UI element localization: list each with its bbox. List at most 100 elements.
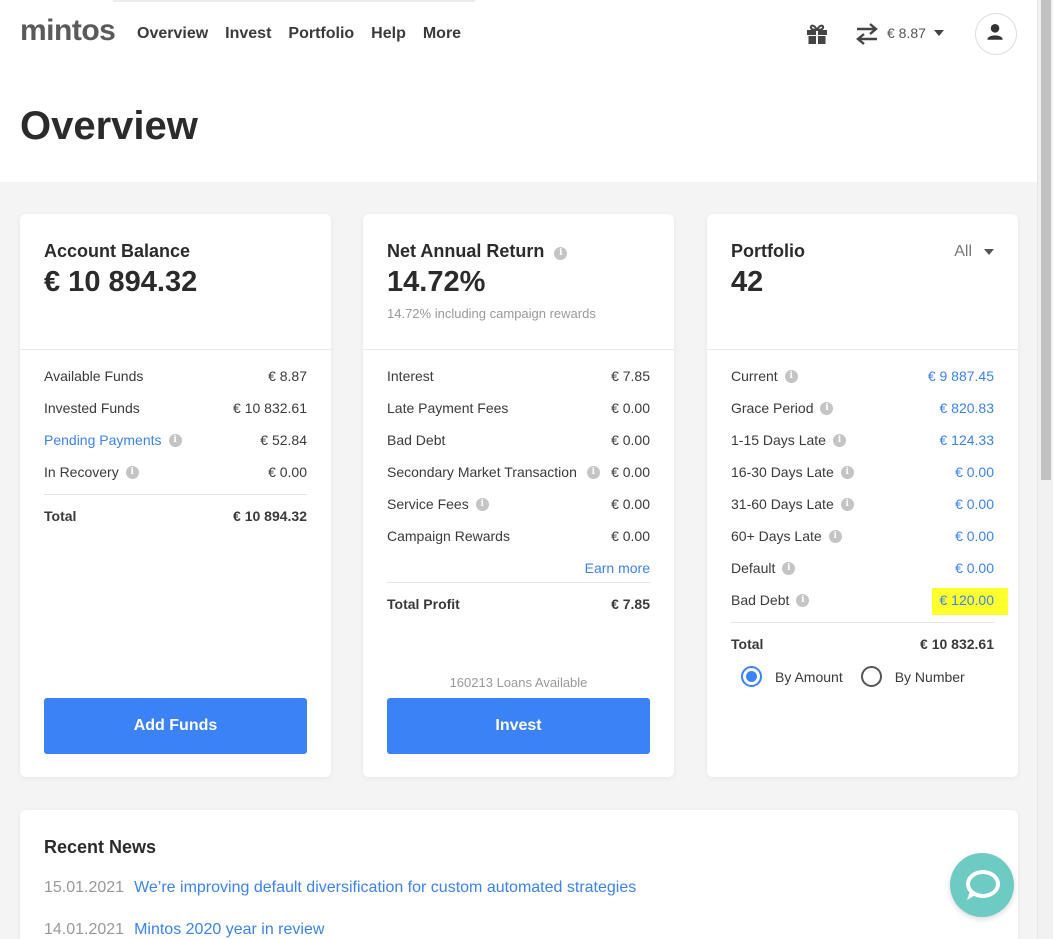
row-label: Bad Debt (731, 592, 790, 608)
card-separator (707, 349, 1018, 350)
radio-label: By Amount (775, 668, 843, 685)
row-value: € 0.00 (611, 400, 650, 416)
row-value-link[interactable]: € 820.83 (940, 400, 995, 432)
invest-button[interactable]: Invest (387, 698, 650, 754)
info-icon[interactable]: i (475, 498, 489, 511)
nar-value: 14.72% (387, 266, 486, 298)
avatar[interactable] (975, 13, 1017, 55)
info-icon[interactable]: i (784, 370, 798, 383)
gift-icon[interactable] (805, 22, 829, 46)
add-funds-button[interactable]: Add Funds (44, 698, 307, 754)
news-link[interactable]: Mintos 2020 year in review (134, 921, 324, 938)
row-label: Grace Period (731, 400, 814, 416)
row-label: Default (731, 560, 776, 576)
total-value: € 7.85 (611, 596, 650, 612)
info-icon[interactable]: i (796, 594, 810, 607)
row-label: 60+ Days Late (731, 528, 822, 544)
view-mode-radios: By Amount By Number (741, 666, 983, 687)
row-label: 16-30 Days Late (731, 464, 834, 480)
logo[interactable]: mintos (20, 14, 116, 48)
row-value-link[interactable]: € 9 887.45 (928, 368, 994, 400)
row-label: Bad Debt (387, 432, 446, 448)
pending-payments-link[interactable]: Pending Payments (44, 432, 162, 448)
row-value: € 52.84 (260, 432, 307, 448)
row-current: Current i € 9 887.45 (731, 368, 994, 400)
nar-title: Net Annual Return (387, 241, 545, 261)
row-label: Invested Funds (44, 400, 140, 416)
row-interest: Interest € 7.85 (387, 368, 650, 400)
nav-invest[interactable]: Invest (225, 25, 271, 43)
info-icon[interactable]: i (125, 466, 139, 479)
row-bad-debt: Bad Debt i € 120.00 (731, 588, 1008, 624)
nav-more[interactable]: More (423, 25, 461, 43)
top-line (113, 0, 475, 2)
info-icon[interactable]: i (586, 466, 600, 479)
portfolio-count: 42 (731, 266, 764, 298)
total-label: Total Profit (387, 596, 460, 612)
by-amount-radio[interactable]: By Amount (741, 666, 843, 687)
row-value: € 8.87 (268, 368, 307, 384)
portfolio-title: Portfolio (731, 241, 805, 261)
info-icon[interactable]: i (832, 434, 846, 447)
header-balance[interactable]: € 8.87 (887, 25, 926, 41)
by-number-radio[interactable]: By Number (860, 666, 965, 687)
row-value: € 0.00 (611, 496, 650, 512)
info-icon[interactable]: i (840, 466, 854, 479)
row-total: Total € 10 894.32 (44, 508, 307, 540)
row-label: 1-15 Days Late (731, 432, 826, 448)
recent-news-card: Recent News 15.01.2021 We’re improving de… (20, 810, 1018, 939)
news-link[interactable]: We’re improving default diversification … (134, 879, 636, 896)
row-label: Campaign Rewards (387, 528, 510, 544)
info-icon[interactable]: i (828, 530, 842, 543)
scrollbar-thumb[interactable] (1041, 0, 1051, 480)
news-date: 15.01.2021 (44, 879, 125, 896)
total-label: Total (44, 508, 77, 524)
nav-portfolio[interactable]: Portfolio (288, 25, 354, 43)
net-annual-return-card: Net Annual Return i 14.72% 14.72% includi… (363, 214, 674, 777)
row-value-link[interactable]: € 124.33 (940, 432, 995, 464)
transfer-icon[interactable] (855, 23, 879, 45)
nar-title-wrap: Net Annual Return i (387, 241, 568, 262)
nar-rows: Interest € 7.85 Late Payment Fees € 0.00… (387, 368, 650, 628)
news-date: 14.01.2021 (44, 921, 125, 938)
row-value-link-highlighted[interactable]: € 120.00 (931, 588, 1008, 615)
portfolio-card: Portfolio 42 All Current i € 9 887.45 Gra… (707, 214, 1018, 777)
row-late-payment-fees: Late Payment Fees € 0.00 (387, 400, 650, 432)
row-available-funds: Available Funds € 8.87 (44, 368, 307, 400)
row-value-link[interactable]: € 0.00 (955, 496, 994, 528)
info-icon[interactable]: i (168, 434, 182, 447)
chevron-down-icon[interactable] (934, 30, 944, 36)
nar-subtitle: 14.72% including campaign rewards (387, 306, 596, 321)
filter-value: All (954, 243, 972, 260)
account-balance-title: Account Balance (44, 241, 191, 261)
row-value-link[interactable]: € 0.00 (955, 464, 994, 496)
row-value: € 10 832.61 (233, 400, 307, 416)
nav-overview[interactable]: Overview (137, 25, 208, 43)
account-rows: Available Funds € 8.87 Invested Funds € … (44, 368, 307, 540)
nav-help[interactable]: Help (371, 25, 406, 43)
total-value: € 10 894.32 (233, 508, 307, 524)
earn-more-link[interactable]: Earn more (387, 560, 650, 584)
info-icon[interactable]: i (782, 562, 796, 575)
page-scrollbar[interactable] (1037, 0, 1053, 939)
info-icon[interactable]: i (820, 402, 834, 415)
card-separator (20, 349, 331, 350)
info-icon[interactable]: i (554, 246, 568, 260)
chat-button[interactable] (950, 853, 1014, 917)
row-label: Service Fees (387, 496, 469, 512)
row-label: 31-60 Days Late (731, 496, 834, 512)
row-pending-payments: Pending Payments i € 52.84 (44, 432, 307, 464)
portfolio-rows: Current i € 9 887.45 Grace Period i € 820.… (731, 368, 1008, 668)
account-balance-card: Account Balance € 10 894.32 Available Fu… (20, 214, 331, 777)
portfolio-filter-dropdown[interactable]: All (954, 243, 994, 261)
info-icon[interactable]: i (840, 498, 854, 511)
row-total: Total € 10 832.61 (731, 636, 994, 668)
row-value-link[interactable]: € 0.00 (955, 528, 994, 560)
total-label: Total (731, 636, 764, 652)
row-value: € 0.00 (611, 528, 650, 544)
radio-label: By Number (894, 668, 965, 685)
row-value: € 0.00 (611, 464, 650, 480)
chevron-down-icon (984, 249, 994, 255)
row-label: Interest (387, 368, 434, 384)
row-value: € 0.00 (611, 432, 650, 448)
